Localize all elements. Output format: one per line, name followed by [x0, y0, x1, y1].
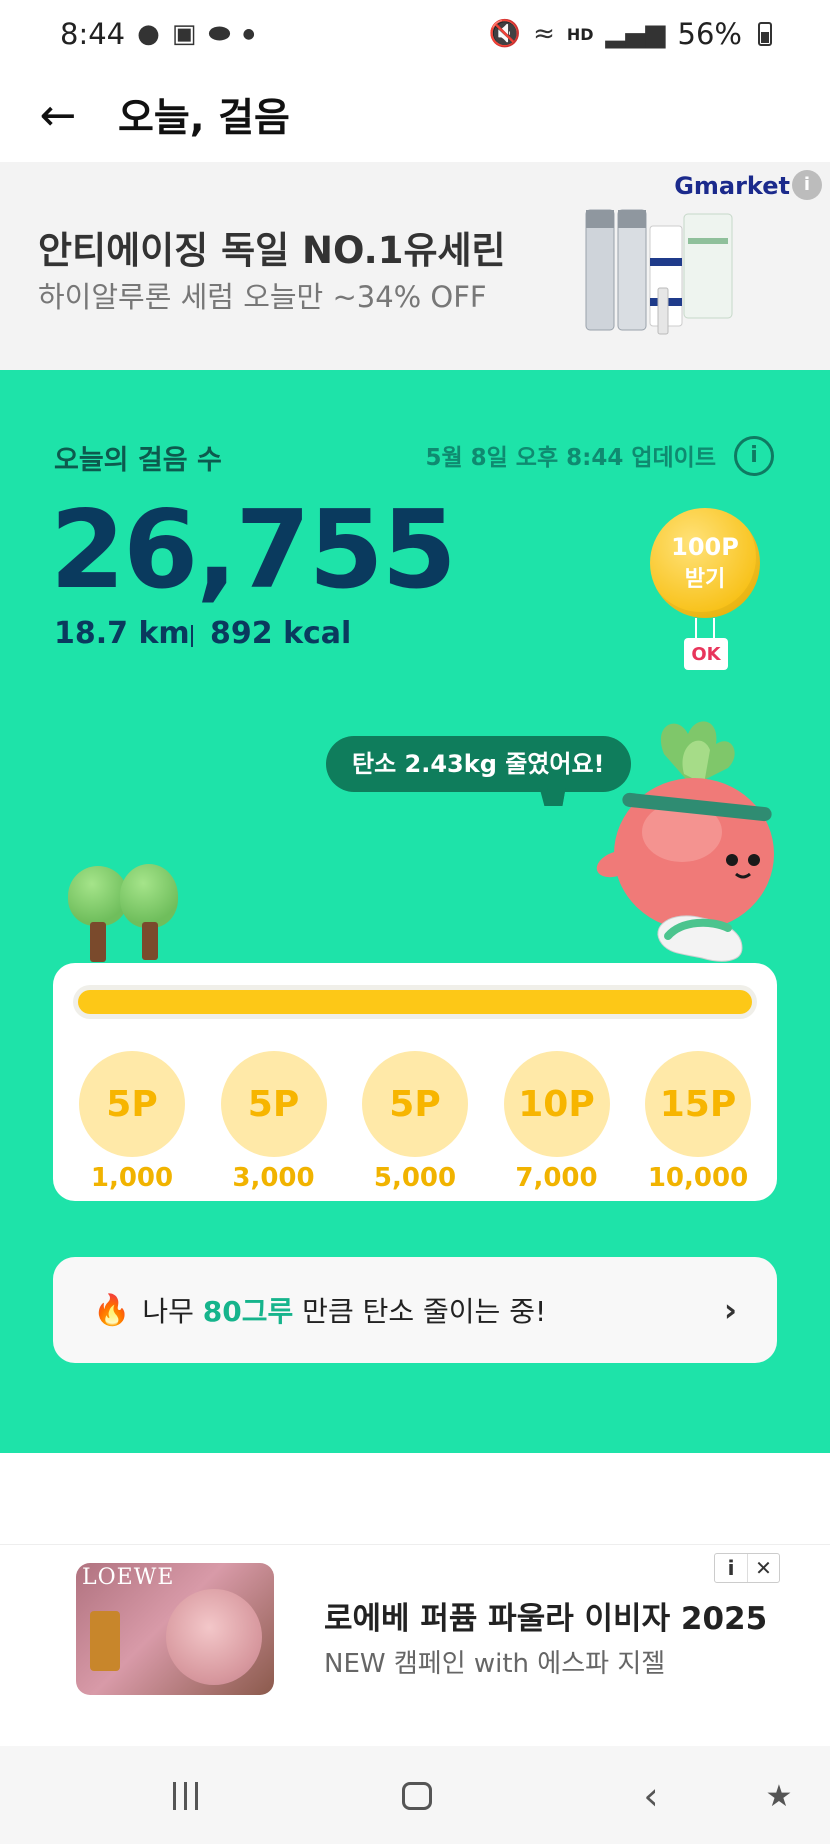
wifi-icon: ≈ — [533, 19, 555, 49]
back-button[interactable]: ← — [28, 85, 88, 145]
distance-value: 18.7 km — [54, 616, 190, 651]
status-right: 🔇 ≈ HD ▂▄▆ 56% — [489, 17, 772, 51]
milestone-5000[interactable]: 5P 5,000 — [362, 1051, 468, 1193]
milestone-3000[interactable]: 5P 3,000 — [220, 1051, 327, 1193]
reward-progress-card: 5P 1,000 5P 3,000 5P 5,000 10P 7,000 15P… — [53, 963, 777, 1201]
ad-info-icon[interactable]: i — [792, 170, 822, 200]
system-back-button[interactable]: ‹ — [634, 1774, 668, 1818]
ad-info-icon[interactable]: i — [715, 1554, 747, 1582]
milestone-7000[interactable]: 10P 7,000 — [503, 1051, 610, 1193]
progress-fill — [78, 990, 752, 1014]
calories-value: 892 kcal — [210, 616, 352, 651]
battery-percent: 56% — [677, 17, 742, 51]
ad-controls: i ✕ — [714, 1553, 780, 1583]
gmarket-logo: Gmarket — [674, 172, 790, 200]
steps-panel: 오늘의 걸음 수 5월 8일 오후 8:44 업데이트 i 26,755 18.… — [0, 370, 830, 1453]
carbon-suffix: 만큼 탄소 줄이는 중! — [293, 1295, 547, 1328]
milestone-steps: 3,000 — [232, 1163, 315, 1193]
milestone-1000[interactable]: 5P 1,000 — [79, 1051, 185, 1193]
radish-mascot — [596, 721, 774, 962]
update-timestamp: 5월 8일 오후 8:44 업데이트 — [425, 445, 716, 471]
ok-cashbag-icon: OK — [684, 638, 728, 670]
eucerin-product-image — [585, 209, 733, 335]
milestone-steps: 1,000 — [90, 1163, 174, 1193]
image-notification-icon: ▣ — [171, 19, 197, 49]
accessibility-icon[interactable]: ★ — [762, 1774, 796, 1818]
milestone-points: 5P — [220, 1051, 327, 1157]
more-notifications-dot-icon: ● — [242, 26, 255, 42]
tree-count: 80그루 — [202, 1295, 294, 1328]
carbon-text: 나무 80그루 만큼 탄소 줄이는 중! — [142, 1290, 546, 1330]
tree-icon — [68, 866, 128, 966]
ad-subtitle: NEW 캠페인 with 에스파 지젤 — [324, 1649, 666, 1679]
milestone-points: 15P — [645, 1051, 751, 1157]
page-title: 오늘, 걸음 — [118, 96, 290, 141]
model-image — [166, 1589, 262, 1685]
system-nav-bar: ‹ ★ — [0, 1746, 830, 1844]
app-header: ← 오늘, 걸음 — [0, 68, 830, 162]
recents-button[interactable] — [168, 1774, 202, 1818]
milestone-points: 5P — [79, 1051, 185, 1157]
loewe-logo: LOEWE — [82, 1565, 175, 1590]
steps-info-icon[interactable]: i — [734, 436, 774, 476]
battery-icon — [758, 22, 772, 46]
milestone-steps: 7,000 — [515, 1163, 598, 1193]
flame-icon: 🔥 — [93, 1292, 131, 1328]
home-button[interactable] — [400, 1774, 434, 1818]
perfume-bottle-image — [90, 1611, 120, 1671]
chevron-right-icon: › — [723, 1291, 737, 1329]
speech-bubble-tail — [536, 788, 566, 806]
carbon-saving-row[interactable]: 🔥 나무 80그루 만큼 탄소 줄이는 중! › — [53, 1257, 777, 1363]
mute-icon: 🔇 — [488, 19, 522, 49]
milestone-points: 5P — [362, 1051, 468, 1157]
ad-thumbnail: LOEWE — [76, 1563, 274, 1695]
steps-label: 오늘의 걸음 수 — [54, 445, 222, 476]
status-time: 8:44 — [60, 17, 126, 51]
ad-title: 안티에이징 독일 NO.1유세린 — [38, 229, 506, 272]
balloon-points: 100P — [671, 533, 739, 561]
carbon-speech-bubble: 탄소 2.43kg 줄였어요! — [326, 736, 631, 792]
milestone-points: 10P — [503, 1051, 610, 1157]
ad-title: 로에베 퍼퓸 파울라 이비자 2025 — [324, 1601, 768, 1637]
milestone-10000[interactable]: 15P 10,000 — [645, 1051, 751, 1193]
gmarket-ad-banner[interactable]: 안티에이징 독일 NO.1유세린 하이알루론 세럼 오늘만 ~34% OFF G… — [0, 162, 830, 370]
signal-icon: ▂▄▆ — [605, 19, 666, 49]
ad-subtitle: 하이알루론 세럼 오늘만 ~34% OFF — [38, 280, 487, 314]
step-count: 26,755 — [50, 488, 457, 613]
status-bar: 8:44 ● ▣ ⬬ ● 🔇 ≈ HD ▂▄▆ 56% — [0, 0, 830, 68]
pill-notification-icon: ⬬ — [208, 18, 231, 49]
loewe-ad-banner[interactable]: LOEWE 로에베 퍼퓸 파울라 이비자 2025 NEW 캠페인 with 에… — [0, 1544, 830, 1746]
tree-icon — [120, 864, 180, 964]
hd-voice-icon: HD — [566, 24, 594, 44]
ad-close-icon[interactable]: ✕ — [747, 1554, 779, 1582]
chat-notification-icon: ● — [137, 19, 160, 49]
status-left: 8:44 ● ▣ ⬬ ● — [60, 17, 255, 51]
milestone-steps: 10,000 — [647, 1163, 749, 1193]
back-arrow-icon: ← — [39, 89, 77, 141]
milestone-steps: 5,000 — [373, 1163, 457, 1193]
progress-track — [73, 985, 757, 1019]
stat-divider — [191, 625, 193, 647]
balloon-action: 받기 — [684, 567, 726, 592]
reward-balloon-button[interactable]: 100P 받기 — [650, 508, 760, 618]
carbon-prefix: 나무 — [142, 1295, 203, 1328]
milestone-list: 5P 1,000 5P 3,000 5P 5,000 10P 7,000 15P… — [53, 1051, 777, 1193]
